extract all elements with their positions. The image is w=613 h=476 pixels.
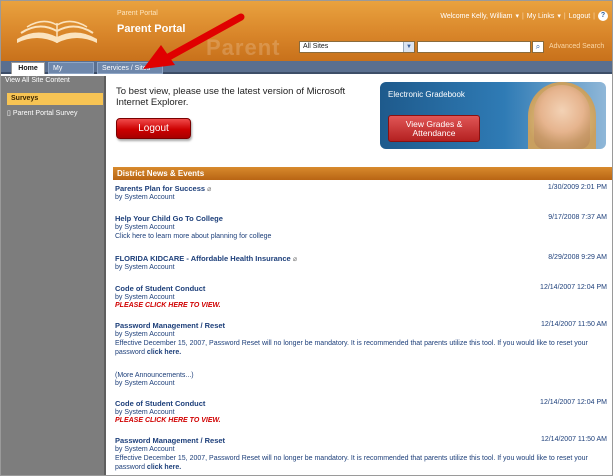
news-author: by System Account xyxy=(115,380,175,387)
separator: | xyxy=(563,12,566,20)
tab-home[interactable]: Home xyxy=(11,62,45,74)
list-item: Password Management / Reset by System Ac… xyxy=(115,321,609,357)
reset-link[interactable]: click here. xyxy=(147,349,181,356)
separator: | xyxy=(593,12,595,20)
site-title[interactable]: Parent Portal xyxy=(117,23,185,35)
student-photo-face xyxy=(534,85,590,149)
main-content: To best view, please use the latest vers… xyxy=(108,76,612,475)
list-item: Password Management / Reset by System Ac… xyxy=(115,436,609,472)
list-item: Help Your Child Go To College by System … xyxy=(115,214,609,241)
attachment-icon: ⌀ xyxy=(292,256,298,263)
tab-services-sites[interactable]: Services / Sites xyxy=(97,62,163,74)
header: Parent Portal Parent Portal Parent Welco… xyxy=(1,1,612,61)
news-title[interactable]: Password Management / Reset xyxy=(115,321,609,330)
gradebook-title: Electronic Gradebook xyxy=(388,90,465,99)
news-author: by System Account xyxy=(115,446,175,453)
more-announcements: (More Announcements...) by System Accoun… xyxy=(115,372,609,387)
left-navigation: View All Site Content Surveys ▯ Parent P… xyxy=(1,76,106,475)
news-date: 12/14/2007 12:04 PM xyxy=(540,284,607,291)
news-date: 12/14/2007 12:04 PM xyxy=(540,399,607,406)
news-date: 9/17/2008 7:37 AM xyxy=(548,214,607,221)
gradebook-banner[interactable]: Electronic Gradebook View Grades & Atten… xyxy=(380,82,606,149)
chevron-down-icon[interactable]: ▾ xyxy=(557,12,561,20)
list-item: Parents Plan for Success ⌀ by System Acc… xyxy=(115,184,609,201)
news-author: by System Account xyxy=(115,409,175,416)
search-input[interactable] xyxy=(417,41,531,53)
advanced-search-link[interactable]: Advanced Search xyxy=(549,43,604,50)
news-title[interactable]: Password Management / Reset xyxy=(115,436,609,445)
more-announcements-link[interactable]: (More Announcements...) xyxy=(115,372,609,379)
tab-my-children[interactable]: My Child(ren) xyxy=(48,62,94,84)
news-title[interactable]: Code of Student Conduct xyxy=(115,284,609,293)
help-icon[interactable]: ? xyxy=(598,11,608,21)
news-author: by System Account xyxy=(115,331,175,338)
header-watermark: Parent xyxy=(206,35,281,60)
news-author: by System Account xyxy=(115,224,175,231)
view-grades-button[interactable]: View Grades & Attendance xyxy=(388,115,480,142)
surveys-heading[interactable]: Surveys xyxy=(7,93,103,105)
list-item: Code of Student Conduct by System Accoun… xyxy=(115,284,609,309)
site-subtitle: Parent Portal xyxy=(117,10,158,17)
search-scope-select[interactable]: All Sites ▼ xyxy=(299,41,415,53)
news-body: Effective December 15, 2007, Password Re… xyxy=(115,340,588,356)
top-links: Welcome Kelly, William ▾ | My Links ▾ | … xyxy=(440,11,608,21)
news-date: 12/14/2007 11:50 AM xyxy=(540,436,607,443)
news-author: by System Account xyxy=(115,194,175,201)
news-author: by System Account xyxy=(115,264,175,271)
news-title[interactable]: Code of Student Conduct xyxy=(115,399,609,408)
sidebar-item-label: Parent Portal Survey xyxy=(12,109,78,117)
dropdown-icon[interactable]: ▼ xyxy=(403,42,414,52)
news-header: District News & Events xyxy=(113,167,612,180)
logo-book-icon xyxy=(17,20,97,43)
list-item: FLORIDA KIDCARE - Affordable Health Insu… xyxy=(115,254,609,271)
sidebar-item-parent-portal-survey[interactable]: ▯ Parent Portal Survey xyxy=(7,109,78,118)
view-all-site-content-link[interactable]: View All Site Content xyxy=(5,77,70,84)
chevron-down-icon[interactable]: ▾ xyxy=(515,12,519,20)
my-links-menu[interactable]: My Links xyxy=(527,13,555,20)
list-item: Code of Student Conduct by System Accoun… xyxy=(115,399,609,424)
news-title[interactable]: Help Your Child Go To College xyxy=(115,214,609,223)
news-alert-link[interactable]: PLEASE CLICK HERE TO VIEW. xyxy=(115,302,609,309)
logout-button[interactable]: Logout xyxy=(116,118,191,139)
news-date: 1/30/2009 2:01 PM xyxy=(547,184,607,191)
separator: | xyxy=(521,12,524,20)
news-author: by System Account xyxy=(115,294,175,301)
news-body-link[interactable]: Click here to learn more about planning … xyxy=(115,232,609,241)
attachment-icon: ⌀ xyxy=(207,186,212,193)
news-title[interactable]: Parents Plan for Success ⌀ xyxy=(115,184,609,193)
logout-link[interactable]: Logout xyxy=(569,13,590,20)
welcome-menu[interactable]: Welcome Kelly, William xyxy=(440,13,512,20)
news-body: Effective December 15, 2007, Password Re… xyxy=(115,455,588,471)
page: Parent Portal Parent Portal Parent Welco… xyxy=(0,0,613,476)
news-date: 8/29/2008 9:29 AM xyxy=(548,254,607,261)
news-date: 12/14/2007 11:50 AM xyxy=(540,321,607,328)
news-title[interactable]: FLORIDA KIDCARE - Affordable Health Insu… xyxy=(115,254,609,263)
search-icon[interactable]: ⌕ xyxy=(532,41,544,53)
search-scope-value: All Sites xyxy=(303,43,329,50)
tab-bar: Home My Child(ren) Services / Sites xyxy=(1,61,612,84)
document-icon: ▯ xyxy=(7,110,11,117)
browser-notice: To best view, please use the latest vers… xyxy=(116,86,346,108)
news-alert-link[interactable]: PLEASE CLICK HERE TO VIEW. xyxy=(115,417,609,424)
reset-link[interactable]: click here. xyxy=(147,464,181,471)
